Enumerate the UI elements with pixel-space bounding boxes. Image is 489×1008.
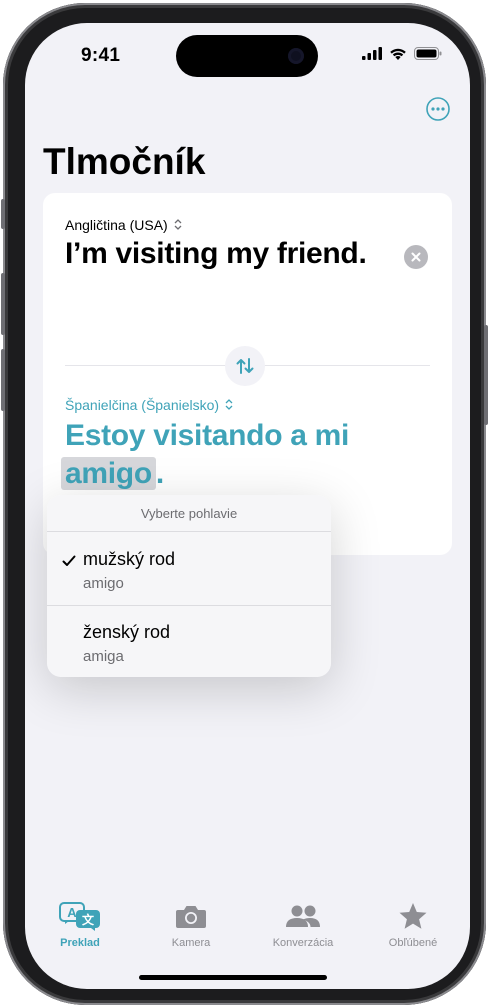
tab-label: Kamera	[171, 937, 211, 949]
phone-frame: 9:41 Tlmočník Angličtina (USA) I’m visit…	[1, 3, 488, 1005]
tab-konverzacia[interactable]: Konverzácia	[253, 901, 353, 949]
checkmark-icon	[62, 555, 76, 566]
gender-option-word: amigo	[83, 575, 124, 592]
volume-down-button	[1, 349, 5, 411]
mute-switch	[1, 199, 5, 229]
tab-bar: A 文 Preklad Kamera Konverzácia Obľúbené	[25, 893, 470, 953]
source-language-picker[interactable]: Angličtina (USA)	[65, 217, 182, 233]
translate-icon: A 文	[59, 902, 100, 931]
star-icon	[399, 903, 427, 929]
people-icon	[286, 905, 320, 927]
source-text[interactable]: I’m visiting my friend.	[65, 237, 367, 271]
svg-text:A: A	[67, 905, 77, 920]
dynamic-island	[176, 35, 318, 77]
translated-text-end: .	[155, 457, 164, 490]
gendered-word-highlight[interactable]: amigo	[61, 457, 156, 490]
close-icon	[411, 252, 421, 262]
source-language-label: Angličtina (USA)	[65, 217, 168, 233]
tab-preklad[interactable]: A 文 Preklad	[30, 901, 130, 949]
gender-option-label: ženský rod	[83, 622, 171, 642]
tab-label: Preklad	[60, 937, 100, 949]
volume-up-button	[1, 273, 5, 335]
more-options-icon[interactable]	[426, 97, 450, 121]
power-button	[484, 325, 488, 425]
target-language-label: Španielčina (Španielsko)	[65, 397, 220, 413]
gender-option-word: amiga	[83, 648, 124, 665]
target-language-picker[interactable]: Španielčina (Španielsko)	[65, 397, 233, 413]
swap-icon	[236, 358, 254, 374]
tab-label: Konverzácia	[272, 937, 334, 949]
tab-kamera[interactable]: Kamera	[141, 901, 241, 949]
gender-option-masculine[interactable]: mužský rod amigo	[47, 533, 331, 606]
front-camera	[288, 48, 304, 64]
chevron-up-down-icon	[225, 399, 233, 410]
camera-icon	[176, 906, 206, 928]
status-time: 9:41	[81, 45, 121, 66]
chevron-up-down-icon	[174, 219, 182, 230]
swap-languages-button[interactable]	[225, 346, 265, 386]
home-indicator[interactable]	[139, 975, 327, 980]
translated-text: Estoy visitando a mi amigo.	[61, 417, 405, 493]
gender-option-feminine[interactable]: ženský rod amiga	[47, 606, 331, 678]
page-title: Tlmočník	[43, 141, 206, 182]
status-icons	[362, 47, 442, 60]
tab-label: Obľúbené	[388, 937, 438, 949]
gender-menu: Vyberte pohlavie mužský rod amigo ženský…	[47, 495, 331, 677]
battery-icon	[414, 47, 442, 60]
svg-text:文: 文	[82, 912, 95, 927]
gender-menu-header: Vyberte pohlavie	[47, 495, 331, 532]
tab-oblubene[interactable]: Obľúbené	[363, 901, 463, 949]
cellular-signal-icon	[362, 47, 382, 60]
translated-text-main: Estoy visitando a mi	[65, 419, 350, 452]
gender-option-label: mužský rod	[83, 549, 176, 569]
screen: 9:41 Tlmočník Angličtina (USA) I’m visit…	[25, 23, 470, 989]
clear-button[interactable]	[404, 245, 428, 269]
wifi-icon	[390, 48, 406, 60]
